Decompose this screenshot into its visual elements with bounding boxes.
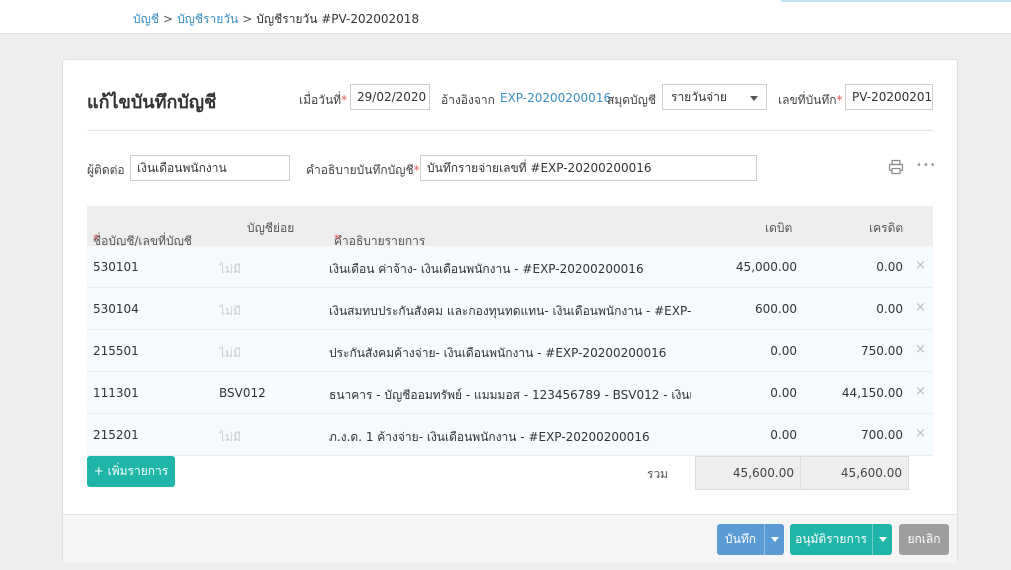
description-cell[interactable]: ประกันสังคมค้างจ่าย- เงินเดือนพนักงาน - … (329, 344, 691, 363)
contact-label: ผู้ติดต่อ (87, 163, 125, 177)
credit-cell[interactable]: 700.00 (803, 428, 903, 442)
document-number-field[interactable]: PV-202002018 (845, 84, 933, 110)
column-header-credit: เครดิต (869, 221, 904, 235)
top-accent-line (781, 0, 1011, 2)
table-row[interactable]: 530101 ไม่มี เงินเดือน ค่าจ้าง- เงินเดือนพ… (87, 246, 933, 288)
description-cell[interactable]: เงินเดือน ค่าจ้าง- เงินเดือนพนักงาน - #E… (329, 260, 691, 279)
approve-dropdown-icon[interactable] (872, 524, 892, 555)
table-row[interactable]: 530104 ไม่มี เงินสมทบประกันสังคม และกองทุน… (87, 288, 933, 330)
account-cell[interactable]: 530101 (93, 260, 139, 274)
remove-row-icon[interactable]: × (915, 384, 926, 399)
debit-cell[interactable]: 0.00 (697, 428, 797, 442)
sub-account-cell[interactable]: ไม่มี (219, 302, 241, 321)
chevron-down-icon (750, 96, 758, 101)
add-line-button[interactable]: + เพิ่มรายการ (87, 456, 175, 487)
journal-lines-table: ชื่อบัญชี/เลขที่บัญชี * บัญชีย่อย คำอธิบา… (87, 206, 933, 456)
breadcrumb-current: บัญชีรายวัน #PV-202002018 (256, 12, 420, 26)
print-icon[interactable] (888, 159, 904, 175)
column-header-debit: เดบิต (765, 221, 793, 235)
account-cell[interactable]: 215201 (93, 428, 139, 442)
document-number-label: เลขที่บันทึก* (778, 93, 843, 107)
journal-edit-card: แก้ไขบันทึกบัญชี เมื่อวันที่* 29/02/2020… (62, 59, 958, 563)
action-footer: บันทึก อนุมัติรายการ ยกเลิก (63, 514, 957, 563)
table-header: ชื่อบัญชี/เลขที่บัญชี * บัญชีย่อย คำอธิบา… (87, 206, 933, 248)
remove-row-icon[interactable]: × (915, 342, 926, 357)
total-label: รวม (647, 467, 669, 481)
account-cell[interactable]: 530104 (93, 302, 139, 316)
account-cell[interactable]: 111301 (93, 386, 139, 400)
journal-book-value: รายวันจ่าย (671, 90, 727, 104)
debit-cell[interactable]: 0.00 (697, 344, 797, 358)
cancel-button[interactable]: ยกเลิก (899, 524, 949, 555)
approve-button-label: อนุมัติรายการ (795, 532, 867, 546)
breadcrumb-separator: > (163, 12, 174, 26)
date-label: เมื่อวันที่* (299, 93, 348, 107)
breadcrumb-journal[interactable]: บัญชีรายวัน (177, 12, 238, 26)
cancel-button-label: ยกเลิก (907, 532, 941, 546)
breadcrumb: บัญชี > บัญชีรายวัน > บัญชีรายวัน #PV-202002… (133, 10, 419, 29)
journal-book-select[interactable]: รายวันจ่าย (662, 84, 767, 110)
account-cell[interactable]: 215501 (93, 344, 139, 358)
sub-account-cell[interactable]: ไม่มี (219, 260, 241, 279)
top-bar: บัญชี > บัญชีรายวัน > บัญชีรายวัน #PV-202002… (0, 0, 1011, 34)
header-divider (87, 130, 933, 131)
total-debit: 45,600.00 (695, 456, 801, 490)
remove-row-icon[interactable]: × (915, 426, 926, 441)
description-cell[interactable]: เงินสมทบประกันสังคม และกองทุนทดแทน- เงิน… (329, 302, 691, 321)
total-credit: 45,600.00 (800, 456, 909, 490)
journal-book-label: สมุดบัญชี (607, 93, 657, 107)
column-header-sub-account: บัญชีย่อย (247, 221, 295, 235)
reference-link[interactable]: EXP-20200200016 (500, 91, 611, 105)
breadcrumb-accounting[interactable]: บัญชี (133, 12, 159, 26)
description-field[interactable]: บันทึกรายจ่ายเลขที่ #EXP-20200200016 (420, 155, 757, 181)
approve-button[interactable]: อนุมัติรายการ (790, 524, 892, 555)
save-button-label: บันทึก (725, 532, 756, 546)
remove-row-icon[interactable]: × (915, 300, 926, 315)
save-button[interactable]: บันทึก (717, 524, 784, 555)
debit-cell[interactable]: 600.00 (697, 302, 797, 316)
sub-account-cell[interactable]: ไม่มี (219, 344, 241, 363)
sub-account-cell[interactable]: BSV012 (219, 386, 266, 400)
date-field[interactable]: 29/02/2020 (350, 84, 430, 110)
remove-row-icon[interactable]: × (915, 258, 926, 273)
page-title: แก้ไขบันทึกบัญชี (87, 92, 217, 113)
debit-cell[interactable]: 0.00 (697, 386, 797, 400)
reference-label: อ้างอิงจาก (441, 93, 495, 107)
description-cell[interactable]: ธนาคาร - บัญชีออมทรัพย์ - แมมมอส - 12345… (329, 386, 691, 405)
contact-field[interactable]: เงินเดือนพนักงาน (130, 155, 290, 181)
description-cell[interactable]: ภ.ง.ด. 1 ค้างจ่าย- เงินเดือนพนักงาน - #E… (329, 428, 691, 447)
breadcrumb-separator: > (242, 12, 253, 26)
credit-cell[interactable]: 0.00 (803, 302, 903, 316)
table-row[interactable]: 111301 BSV012 ธนาคาร - บัญชีออมทรัพย์ - แม… (87, 372, 933, 414)
sub-account-cell[interactable]: ไม่มี (219, 428, 241, 447)
debit-cell[interactable]: 45,000.00 (697, 260, 797, 274)
more-icon[interactable]: ••• (916, 160, 937, 171)
description-label: คำอธิบายบันทึกบัญชี* (306, 163, 420, 177)
table-row[interactable]: 215201 ไม่มี ภ.ง.ด. 1 ค้างจ่าย- เงินเดือนพ… (87, 414, 933, 456)
save-dropdown-icon[interactable] (764, 524, 784, 555)
credit-cell[interactable]: 44,150.00 (803, 386, 903, 400)
credit-cell[interactable]: 750.00 (803, 344, 903, 358)
table-row[interactable]: 215501 ไม่มี ประกันสังคมค้างจ่าย- เงินเดือ… (87, 330, 933, 372)
credit-cell[interactable]: 0.00 (803, 260, 903, 274)
